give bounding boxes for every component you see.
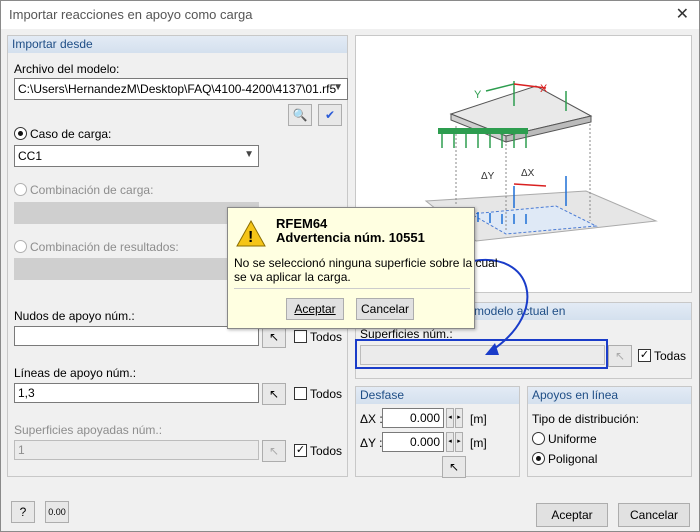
warning-dialog: ! RFEM64 Advertencia núm. 10551 No se se…: [227, 207, 498, 329]
line-supports-header: Apoyos en línea: [528, 387, 691, 404]
load-case-radio[interactable]: [14, 127, 27, 140]
load-case-select[interactable]: CC1 ▼: [14, 145, 259, 167]
pick-cursor-icon: ↖: [268, 444, 280, 458]
support-nodes-input[interactable]: [14, 326, 259, 346]
lines-all-checkbox[interactable]: [294, 387, 307, 400]
help-button[interactable]: ?: [11, 501, 35, 523]
result-combo-select[interactable]: [14, 258, 259, 280]
warning-message-line1: No se seleccionó ninguna superficie sobr…: [234, 256, 498, 270]
pick-cursor-icon: ↖: [268, 387, 280, 401]
warning-ok-button[interactable]: Aceptar: [286, 298, 344, 320]
pick-nodes-button[interactable]: ↖: [262, 326, 286, 348]
polygonal-label: Poligonal: [548, 452, 598, 466]
title-bar: Importar reacciones en apoyo como carga …: [1, 1, 699, 29]
binoculars-icon: 🔍: [292, 108, 308, 122]
units-button[interactable]: 0.00: [45, 501, 69, 523]
target-surfaces-all-label: Todas: [654, 349, 687, 363]
units-icon: 0.00: [48, 507, 66, 517]
uniform-radio[interactable]: [532, 432, 545, 445]
warning-message-line2: se va aplicar la carga.: [234, 270, 351, 284]
model-file-label: Archivo del modelo:: [14, 62, 120, 76]
chevron-down-icon: ▼: [244, 149, 254, 160]
model-file-select[interactable]: C:\Users\HernandezM\Desktop\FAQ\4100-420…: [14, 78, 348, 100]
support-lines-input[interactable]: 1,3: [14, 383, 259, 403]
dy-input[interactable]: 0.000: [382, 432, 444, 452]
window-title: Importar reacciones en apoyo como carga: [9, 7, 253, 22]
help-icon: ?: [19, 505, 27, 519]
nodes-all-label: Todos: [310, 330, 343, 344]
pick-cursor-icon: ↖: [448, 460, 460, 474]
dx-spin-up[interactable]: ▸: [455, 408, 463, 428]
surfaces-all-label: Todos: [310, 444, 343, 458]
dy-unit: [m]: [470, 436, 487, 450]
result-combo-label: Combinación de resultados:: [30, 240, 179, 254]
load-combo-label: Combinación de carga:: [30, 183, 154, 197]
dx-unit: [m]: [470, 412, 487, 426]
pick-target-surfaces-button[interactable]: ↖: [608, 345, 632, 367]
model-file-value: C:\Users\HernandezM\Desktop\FAQ\4100-420…: [18, 82, 337, 96]
offset-header: Desfase: [356, 387, 519, 404]
chevron-down-icon: ▼: [333, 82, 343, 93]
dy-spin-up[interactable]: ▸: [455, 432, 463, 452]
pick-lines-button[interactable]: ↖: [262, 383, 286, 405]
warning-divider: [234, 288, 470, 289]
support-lines-label: Líneas de apoyo núm.:: [14, 366, 137, 380]
pick-cursor-icon: ↖: [268, 330, 280, 344]
diagram-y-label: Y: [474, 89, 482, 101]
load-case-label: Caso de carga:: [30, 127, 112, 141]
result-combo-radio[interactable]: [14, 240, 27, 253]
import-from-header: Importar desde: [8, 36, 347, 53]
target-surfaces-all-checkbox[interactable]: ✓: [638, 349, 651, 362]
load-combo-radio[interactable]: [14, 183, 27, 196]
load-combo-select[interactable]: [14, 202, 259, 224]
load-case-value: CC1: [18, 149, 43, 163]
distribution-label: Tipo de distribución:: [532, 412, 639, 426]
ok-button[interactable]: Aceptar: [536, 503, 608, 527]
dy-label: ΔY :: [360, 436, 383, 450]
offset-panel: Desfase ΔX : 0.000 ◂ ▸ [m] ΔY : 0.000 ◂ …: [355, 386, 520, 478]
support-nodes-label: Nudos de apoyo núm.:: [14, 309, 135, 323]
nodes-all-checkbox[interactable]: [294, 330, 307, 343]
dx-label: ΔX :: [360, 412, 383, 426]
warning-icon: !: [236, 219, 266, 250]
dx-spin-down[interactable]: ◂: [446, 408, 454, 428]
line-supports-panel: Apoyos en línea Tipo de distribución: Un…: [527, 386, 692, 477]
diagram-x-label: X: [540, 83, 548, 95]
confirm-model-button[interactable]: ✔: [318, 104, 342, 126]
dx-input[interactable]: 0.000: [382, 408, 444, 428]
close-icon[interactable]: ✕: [676, 4, 689, 24]
supported-surfaces-label: Superficies apoyadas núm.:: [14, 423, 163, 437]
dialog-window: Importar reacciones en apoyo como carga …: [0, 0, 700, 532]
polygonal-radio[interactable]: [532, 452, 545, 465]
uniform-label: Uniforme: [548, 432, 597, 446]
warning-cancel-button[interactable]: Cancelar: [356, 298, 414, 320]
browse-model-button[interactable]: 🔍: [288, 104, 312, 126]
checkmark-icon: ✔: [324, 108, 336, 122]
pick-surfaces-button[interactable]: ↖: [262, 440, 286, 462]
cancel-button[interactable]: Cancelar: [618, 503, 690, 527]
svg-text:!: !: [248, 229, 253, 246]
supported-surfaces-input[interactable]: 1: [14, 440, 259, 460]
pick-offset-button[interactable]: ↖: [442, 456, 466, 478]
surfaces-all-checkbox[interactable]: ✓: [294, 444, 307, 457]
warning-subtitle: Advertencia núm. 10551: [276, 230, 425, 245]
warning-title: RFEM64: [276, 216, 328, 231]
pick-cursor-icon: ↖: [614, 349, 626, 363]
dy-spin-down[interactable]: ◂: [446, 432, 454, 452]
diagram-dy-label: ΔY: [481, 171, 495, 182]
lines-all-label: Todos: [310, 387, 343, 401]
diagram-dx-label: ΔX: [521, 168, 535, 179]
